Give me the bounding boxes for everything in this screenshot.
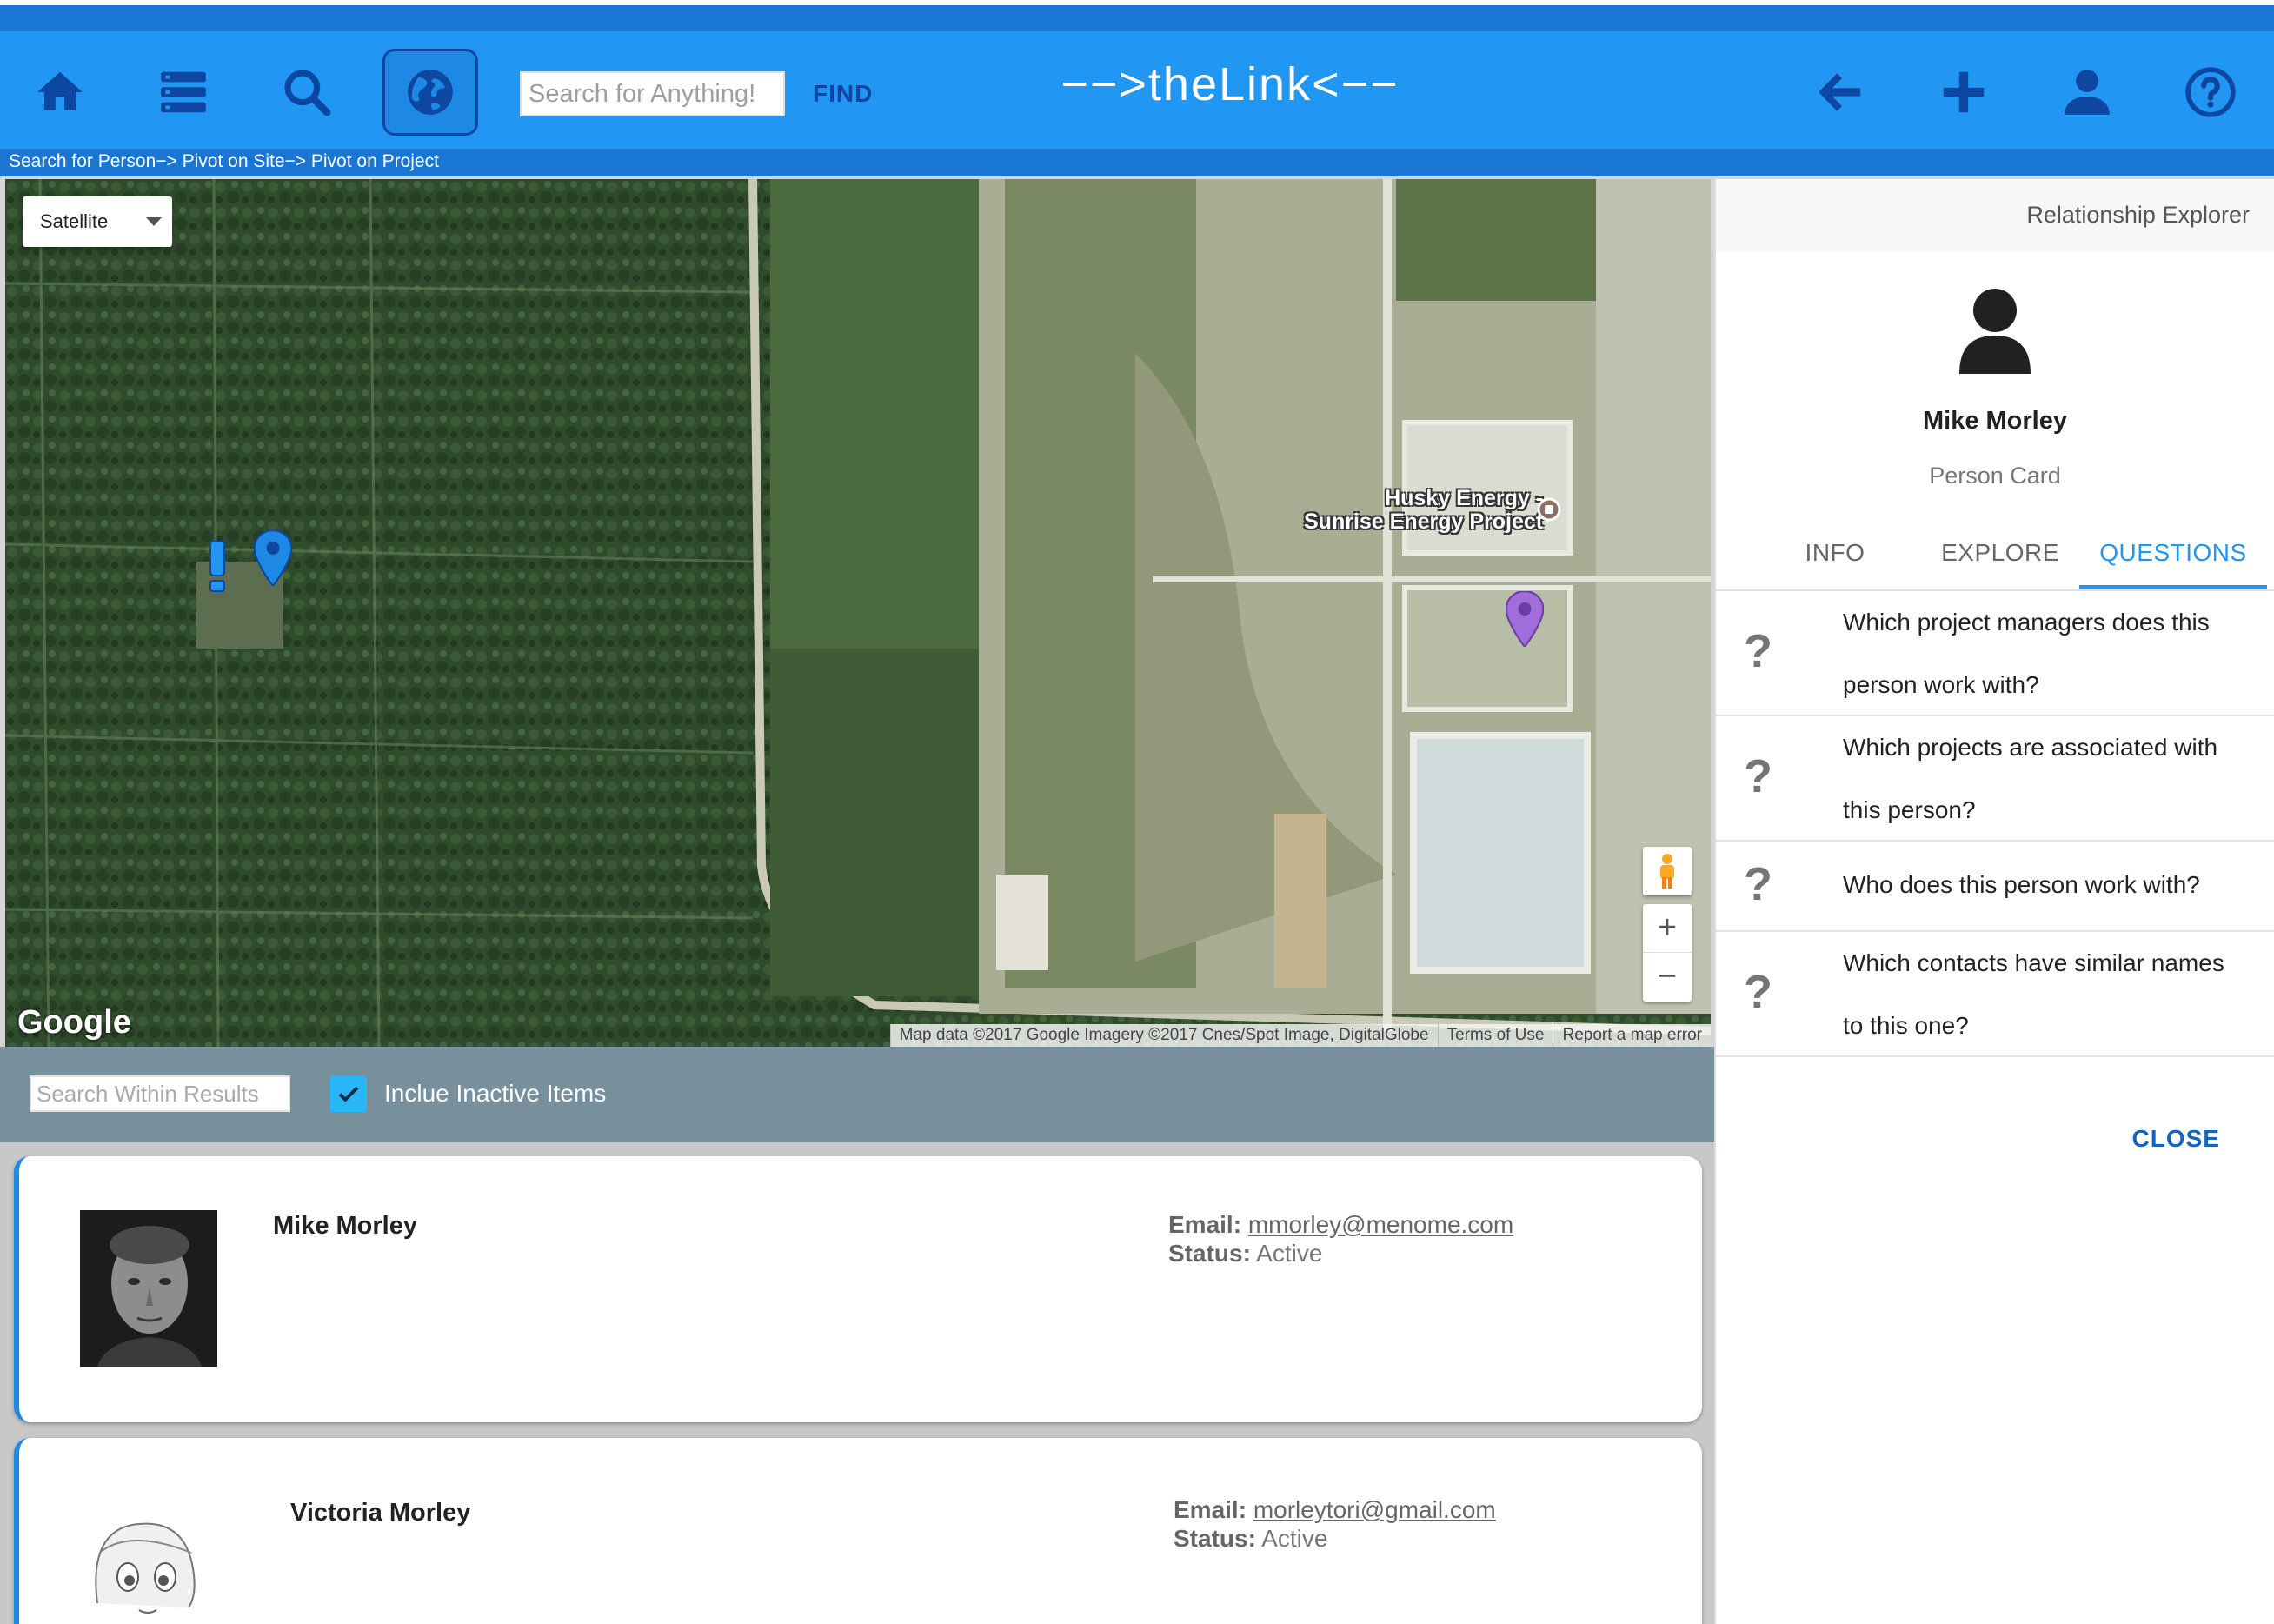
question-text: Which contacts have similar names to thi…: [1843, 949, 2224, 1039]
global-search-input[interactable]: [520, 71, 785, 116]
back-arrow-icon: [1819, 73, 1861, 111]
map-type-select[interactable]: Satellite: [23, 196, 172, 247]
find-button[interactable]: FIND: [813, 71, 873, 116]
results-list: Mike Morley Email: mmorley@menome.com St…: [0, 1142, 1714, 1624]
zoom-control: + −: [1643, 904, 1692, 1002]
home-button[interactable]: [12, 49, 108, 136]
portrait-image: [80, 1210, 217, 1367]
place-label-line1: Husky Energy -: [1385, 486, 1544, 510]
question-item[interactable]: ? Which project managers does this perso…: [1716, 591, 2274, 716]
list-view-button[interactable]: [136, 49, 231, 136]
tab-questions[interactable]: QUESTIONS: [2079, 516, 2267, 589]
question-mark-icon: ?: [1744, 750, 1772, 802]
add-icon: [1943, 71, 1985, 113]
zoom-out-button[interactable]: −: [1643, 953, 1692, 1001]
status-value: Active: [1256, 1240, 1323, 1267]
list-icon: [161, 71, 206, 113]
tab-info[interactable]: INFO: [1761, 516, 1909, 589]
email-label: Email:: [1174, 1496, 1247, 1523]
results-filter-bar: Inclue Inactive Items: [0, 1047, 1714, 1142]
result-details: Email: morleytori@gmail.com Status: Acti…: [1174, 1495, 1496, 1553]
include-inactive-checkbox[interactable]: [330, 1075, 367, 1112]
toolbar: FIND −−>theLink<−−: [0, 31, 2274, 149]
google-logo: Google: [17, 1004, 131, 1041]
search-within-results-input[interactable]: [30, 1075, 290, 1112]
breadcrumb-bar: Search for Person−> Pivot on Site−> Pivo…: [0, 149, 2274, 176]
question-mark-icon: ?: [1744, 625, 1772, 677]
add-button[interactable]: [1916, 49, 2011, 136]
status-label: Status:: [1174, 1525, 1256, 1552]
zoom-in-button[interactable]: +: [1643, 904, 1692, 953]
place-label-line2: Sunrise Energy Project: [1304, 509, 1544, 534]
pegman-icon: [1660, 854, 1674, 889]
panel-subtitle: Person Card: [1929, 463, 2061, 489]
map-type-value: Satellite: [40, 210, 109, 232]
question-item[interactable]: ? Which contacts have similar names to t…: [1716, 932, 2274, 1057]
app-header: FIND −−>theLink<−− Search for Person−> P…: [0, 5, 2274, 176]
status-value: Active: [1261, 1525, 1328, 1552]
close-button[interactable]: CLOSE: [2132, 1125, 2220, 1153]
app-title: −−>theLink<−−: [1061, 58, 1400, 110]
person-icon: [1959, 289, 2031, 374]
map-attribution-bar: Map data ©2017 Google Imagery ©2017 Cnes…: [889, 1024, 1711, 1047]
person-icon: [2065, 70, 2110, 115]
map-view-button[interactable]: [382, 49, 478, 136]
back-button[interactable]: [1792, 49, 1888, 136]
place-label: Husky Energy - Sunrise Energy Project: [1304, 487, 1543, 534]
include-inactive-label: Inclue Inactive Items: [384, 1080, 607, 1107]
breadcrumb: Search for Person−> Pivot on Site−> Pivo…: [9, 151, 439, 171]
poi-icon[interactable]: [1537, 497, 1561, 522]
profile-button[interactable]: [2039, 49, 2135, 136]
question-item[interactable]: ? Which projects are associated with thi…: [1716, 716, 2274, 842]
checkmark-icon: [338, 1086, 359, 1102]
home-icon: [37, 71, 83, 110]
chevron-down-icon: [146, 217, 162, 226]
panel-header: Relationship Explorer: [1716, 179, 2274, 252]
header-band: [0, 5, 2274, 31]
question-mark-icon: ?: [1744, 858, 1772, 910]
panel-person-name: Mike Morley: [1923, 407, 2067, 435]
blue-location-pin-icon[interactable]: [254, 530, 292, 586]
status-label: Status:: [1168, 1240, 1251, 1267]
question-text: Which project managers does this person …: [1843, 609, 2210, 698]
help-button[interactable]: [2163, 49, 2258, 136]
satellite-imagery: [5, 179, 1711, 1047]
tab-explore[interactable]: EXPLORE: [1909, 516, 2091, 589]
question-mark-icon: ?: [1744, 966, 1772, 1018]
question-text: Which projects are associated with this …: [1843, 734, 2218, 823]
result-name[interactable]: Victoria Morley: [290, 1499, 470, 1527]
map-attribution: Map data ©2017 Google Imagery ©2017 Cnes…: [889, 1024, 1438, 1047]
result-details: Email: mmorley@menome.com Status: Active: [1168, 1210, 1513, 1268]
sketch-portrait-image: [95, 1522, 196, 1614]
relationship-explorer-panel: Relationship Explorer Mike Morley Person…: [1714, 179, 2274, 1624]
report-map-error-link[interactable]: Report a map error: [1553, 1024, 1711, 1047]
person-photo: [80, 1499, 210, 1624]
result-card[interactable]: Victoria Morley Email: morleytori@gmail.…: [14, 1438, 1702, 1624]
question-text: Who does this person work with?: [1843, 871, 2200, 898]
street-view-pegman[interactable]: [1643, 847, 1692, 895]
panel-title: Relationship Explorer: [2026, 202, 2250, 228]
email-link[interactable]: morleytori@gmail.com: [1253, 1496, 1496, 1523]
alert-marker-icon[interactable]: [208, 541, 227, 593]
panel-tabs: INFO EXPLORE QUESTIONS: [1716, 516, 2274, 591]
terms-of-use-link[interactable]: Terms of Use: [1437, 1024, 1553, 1047]
email-link[interactable]: mmorley@menome.com: [1248, 1211, 1513, 1238]
result-name[interactable]: Mike Morley: [273, 1212, 417, 1241]
result-card[interactable]: Mike Morley Email: mmorley@menome.com St…: [14, 1156, 1702, 1422]
satellite-map[interactable]: Satellite Husky Energy - Sunrise Energy …: [5, 179, 1711, 1047]
globe-icon: [408, 70, 453, 115]
person-photo: [80, 1210, 217, 1367]
search-icon: [284, 70, 331, 116]
purple-location-pin-icon[interactable]: [1506, 591, 1544, 647]
search-button[interactable]: [259, 49, 355, 136]
help-icon: [2185, 67, 2236, 117]
question-item[interactable]: ? Who does this person work with?: [1716, 842, 2274, 932]
email-label: Email:: [1168, 1211, 1242, 1238]
